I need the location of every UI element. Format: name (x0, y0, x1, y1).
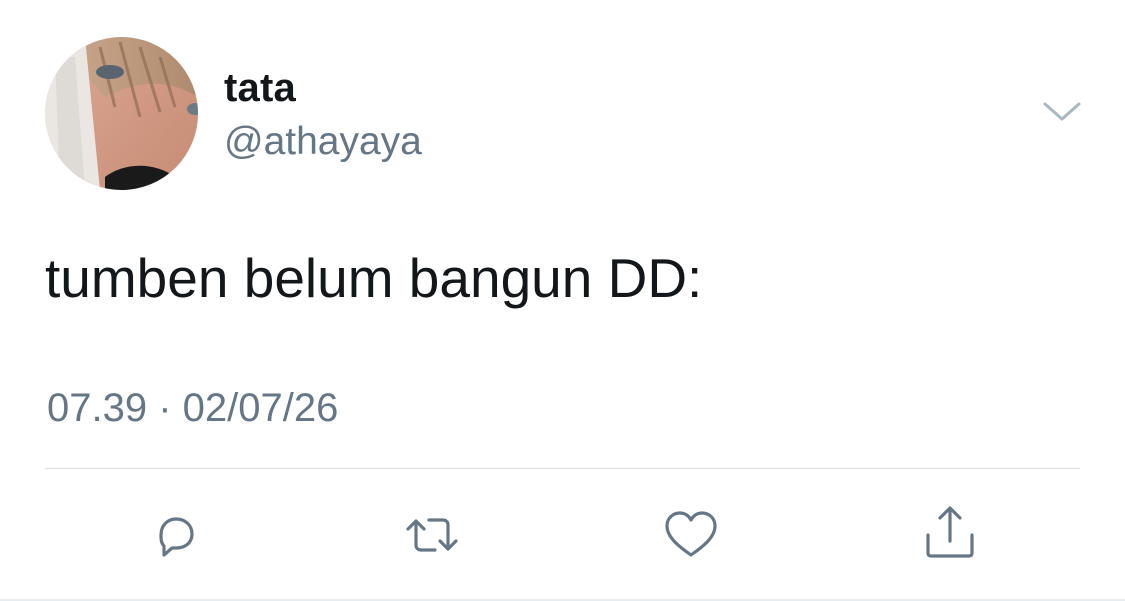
share-icon (926, 506, 974, 558)
retweet-icon (406, 518, 458, 552)
chevron-down-icon[interactable] (1040, 96, 1084, 126)
reply-icon (159, 517, 194, 557)
share-button[interactable] (920, 505, 980, 565)
avatar[interactable] (45, 37, 198, 190)
tweet-timestamp[interactable]: 07.39 · 02/07/26 (47, 384, 338, 432)
retweet-button[interactable] (402, 505, 462, 565)
heart-icon (665, 511, 717, 557)
tweet-card: tata @athayaya tumben belum bangun DD: 0… (0, 0, 1125, 601)
display-name[interactable]: tata (224, 64, 296, 112)
reply-button[interactable] (145, 505, 205, 565)
divider (45, 468, 1080, 469)
avatar-photo (45, 37, 198, 190)
user-handle[interactable]: @athayaya (224, 118, 422, 166)
tweet-text: tumben belum bangun DD: (45, 247, 703, 309)
like-button[interactable] (661, 505, 721, 565)
